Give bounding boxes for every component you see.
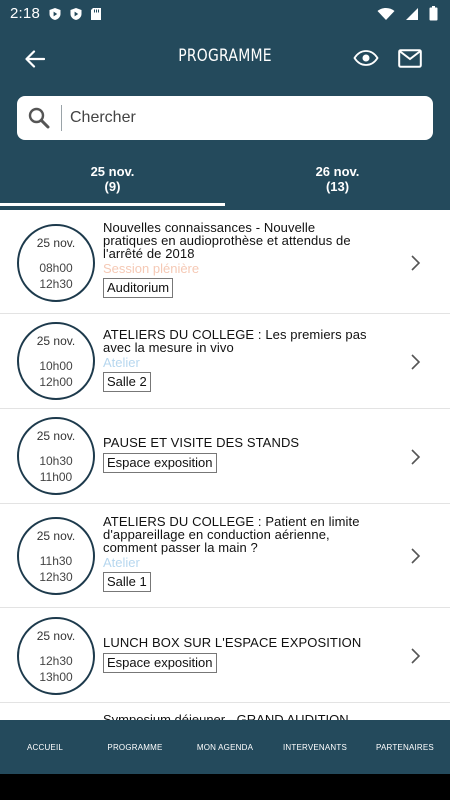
- nav-partenaires[interactable]: PARTENAIRES: [360, 720, 450, 774]
- chevron-right-icon: [411, 354, 421, 370]
- session-start: 12h30: [39, 654, 73, 668]
- session-date: 25 nov.: [36, 334, 76, 348]
- session-end: 12h30: [39, 277, 73, 291]
- session-category: Session plénière: [103, 261, 200, 276]
- nav-mon-agenda[interactable]: MON AGENDA: [180, 720, 270, 774]
- session-title-line: comment passer la main ?: [103, 540, 258, 555]
- session-info: Nouvelles connaissances - Nouvelle prati…: [103, 221, 393, 298]
- search-input[interactable]: [70, 109, 400, 127]
- session-start: 10h00: [39, 359, 73, 373]
- status-bar: 2:18: [0, 0, 450, 28]
- session-room: Salle 1: [103, 572, 151, 592]
- session-item[interactable]: 25 nov. 11h30 12h30 ATELIERS DU COLLEGE …: [0, 504, 450, 608]
- session-date: 25 nov.: [36, 236, 76, 250]
- session-title-line: l'arrêté de 2018: [103, 246, 195, 261]
- session-room: Espace exposition: [103, 653, 217, 673]
- session-info: ATELIERS DU COLLEGE : Patient en limite …: [103, 515, 393, 592]
- system-icons: [377, 6, 438, 21]
- session-time-badge: 25 nov. 11h30 12h30: [17, 517, 95, 595]
- session-item[interactable]: 25 nov. 08h00 12h30 Nouvelles connaissan…: [0, 210, 450, 314]
- session-room: Espace exposition: [103, 453, 217, 473]
- chevron-right-icon: [411, 255, 421, 271]
- session-info: PAUSE ET VISITE DES STANDS Espace exposi…: [103, 436, 393, 473]
- session-info: LUNCH BOX SUR L'ESPACE EXPOSITION Espace…: [103, 636, 393, 673]
- session-info: ATELIERS DU COLLEGE : Les premiers pas a…: [103, 328, 393, 392]
- status-time: 2:18: [10, 5, 40, 22]
- chevron-right-icon: [411, 449, 421, 465]
- tab-date: 25 nov.: [90, 164, 135, 179]
- session-category: Atelier: [103, 355, 140, 370]
- session-time-badge: 25 nov. 10h30 11h00: [17, 417, 95, 495]
- session-date: 25 nov.: [36, 429, 76, 443]
- day-tabs: 25 nov. (9) 26 nov. (13): [0, 158, 450, 210]
- search-icon: [17, 96, 61, 140]
- chevron-right-icon: [411, 648, 421, 664]
- shield-play-icon: [70, 8, 82, 20]
- notification-icons: [48, 7, 102, 21]
- session-title-line: PAUSE ET VISITE DES STANDS: [103, 435, 300, 450]
- session-start: 11h30: [39, 554, 73, 568]
- shield-play-icon: [49, 8, 61, 20]
- mail-button[interactable]: [394, 42, 426, 74]
- session-time-badge: 25 nov. 10h00 12h00: [17, 322, 95, 400]
- nav-intervenants[interactable]: INTERVENANTS: [270, 720, 360, 774]
- wifi-icon: [377, 7, 395, 20]
- tab-count: (13): [325, 179, 350, 194]
- nav-programme[interactable]: PROGRAMME: [90, 720, 180, 774]
- session-item[interactable]: 25 nov. 10h30 11h00 PAUSE ET VISITE DES …: [0, 409, 450, 504]
- bottom-nav: ACCUEIL PROGRAMME MON AGENDA INTERVENANT…: [0, 720, 450, 774]
- session-time-badge: 25 nov. 12h30 13h00: [17, 617, 95, 695]
- search-divider: [61, 105, 62, 131]
- tab-day-1[interactable]: 25 nov. (9): [0, 158, 225, 210]
- sd-card-icon: [91, 8, 101, 20]
- session-end: 12h00: [39, 375, 73, 389]
- session-start: 08h00: [39, 261, 73, 275]
- tab-count: (9): [104, 179, 121, 194]
- session-time-badge: 25 nov. 08h00 12h30: [17, 224, 95, 302]
- session-title-line: avec la mesure in vivo: [103, 340, 234, 355]
- view-toggle-button[interactable]: [350, 42, 382, 74]
- session-category: Atelier: [103, 555, 140, 570]
- search-bar: [17, 96, 433, 140]
- eye-icon: [353, 50, 379, 66]
- battery-icon: [429, 6, 438, 21]
- session-title-line: LUNCH BOX SUR L'ESPACE EXPOSITION: [103, 635, 362, 650]
- session-list: 25 nov. 08h00 12h30 Nouvelles connaissan…: [0, 210, 450, 720]
- session-item[interactable]: 25 nov. 12h30 13h00 LUNCH BOX SUR L'ESPA…: [0, 608, 450, 703]
- session-end: 13h00: [39, 670, 73, 684]
- session-room: Auditorium: [103, 278, 174, 298]
- tab-date: 26 nov.: [315, 164, 360, 179]
- chevron-right-icon: [411, 548, 421, 564]
- mail-icon: [398, 48, 422, 68]
- session-start: 10h30: [39, 454, 73, 468]
- system-navigation-bar: [0, 774, 450, 800]
- session-item[interactable]: 25 nov. 10h00 12h00 ATELIERS DU COLLEGE …: [0, 314, 450, 409]
- signal-icon: [406, 7, 418, 20]
- tab-day-2[interactable]: 26 nov. (13): [225, 158, 450, 210]
- nav-accueil[interactable]: ACCUEIL: [0, 720, 90, 774]
- session-end: 11h00: [39, 470, 73, 484]
- session-room: Salle 2: [103, 372, 151, 392]
- session-end: 12h30: [39, 570, 73, 584]
- session-date: 25 nov.: [36, 629, 76, 643]
- session-date: 25 nov.: [36, 529, 76, 543]
- app-header: PROGRAMME 25 nov. (9) 26 nov. (13): [0, 28, 450, 210]
